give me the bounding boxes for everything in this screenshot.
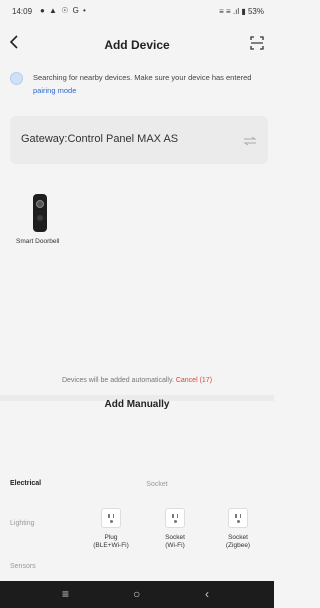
device-tile-plug-ble-wifi[interactable]: Plug (BLE+Wi-Fi) (81, 508, 141, 550)
searching-spinner-icon (10, 72, 23, 85)
device-tile-label: Plug (BLE+Wi-Fi) (93, 534, 129, 549)
section-title-socket: Socket (146, 481, 168, 488)
add-manually-title: Add Manually (104, 399, 170, 410)
camera-lens (36, 200, 44, 208)
socket-icon (165, 508, 185, 528)
socket-icon (228, 508, 248, 528)
auto-add-notice: Devices will be added automatically. Can… (0, 377, 274, 384)
scan-icon (250, 36, 264, 50)
socket-icon (101, 508, 121, 528)
device-tile-label: Socket (Zigbee) (225, 534, 251, 549)
doorbell-button-graphic (37, 215, 43, 221)
category-sensors[interactable]: Sensors (10, 563, 36, 570)
device-tile-label: Socket (Wi-Fi) (165, 534, 185, 549)
back-icon[interactable]: ‹ (205, 587, 209, 601)
search-status-text: Searching for nearby devices. Make sure … (33, 71, 268, 97)
search-status: Searching for nearby devices. Make sure … (10, 68, 268, 108)
page-title: Add Device (104, 38, 170, 52)
search-message: Searching for nearby devices. Make sure … (33, 73, 252, 82)
system-navigation-bar: ≡ ○ ‹ (0, 581, 274, 608)
device-name: Smart Doorbell (16, 238, 60, 245)
category-lighting[interactable]: Lighting (10, 520, 35, 527)
pairing-mode-link[interactable]: pairing mode (33, 86, 76, 95)
gateway-label: Gateway:Control Panel MAX AS (21, 133, 179, 145)
device-tile-socket-wifi[interactable]: Socket (Wi-Fi) (145, 508, 205, 550)
status-bar: 14:09 ● ▲ ☉ G • ≡ ≡ .ıl ▮ 53% (0, 0, 274, 22)
device-tile-socket-zigbee[interactable]: Socket (Zigbee) (208, 508, 268, 550)
doorbell-icon (33, 194, 47, 232)
recent-apps-icon[interactable]: ≡ (62, 587, 69, 601)
app-header: Add Device (0, 30, 274, 60)
gateway-card[interactable]: Gateway:Control Panel MAX AS (10, 116, 268, 164)
auto-add-text: Devices will be added automatically. (61, 377, 176, 384)
scan-button[interactable] (250, 36, 264, 50)
status-time: 14:09 (12, 7, 33, 16)
status-notification-icons: ● ▲ ☉ G • (40, 6, 87, 15)
home-icon[interactable]: ○ (133, 587, 140, 601)
status-battery-signal: ≡ ≡ .ıl ▮ 53% (219, 7, 264, 16)
switch-arrows-icon[interactable] (243, 136, 257, 146)
cancel-button[interactable]: Cancel (17) (176, 377, 212, 384)
